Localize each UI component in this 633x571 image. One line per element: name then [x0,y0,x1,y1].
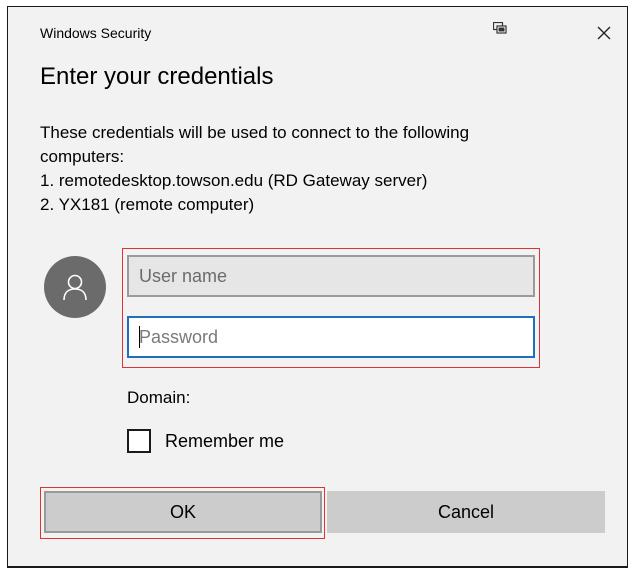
remember-me-checkbox[interactable] [127,429,151,453]
remember-me-label: Remember me [165,430,285,451]
description-line: These credentials will be used to connec… [40,123,470,142]
avatar [44,256,106,318]
user-icon [63,274,87,301]
dialog-description: These credentials will be used to connec… [40,121,600,217]
dialog-heading: Enter your credentials [40,63,274,90]
description-line: 1. remotedesktop.towson.edu (RD Gateway … [40,171,428,190]
cancel-button[interactable]: Cancel [327,491,605,533]
credentials-dialog: Windows Security Enter your credentials … [7,6,628,568]
username-input[interactable] [127,255,535,297]
window-title: Windows Security [40,25,152,41]
close-icon [597,26,611,40]
close-button[interactable] [590,19,618,47]
ok-button[interactable]: OK [44,491,322,533]
password-input[interactable] [127,316,535,358]
remember-me-option[interactable]: Remember me [127,429,284,453]
remote-desktop-icon [492,21,507,36]
description-line: computers: [40,147,125,166]
description-line: 2. YX181 (remote computer) [40,195,255,214]
text-caret [139,326,140,348]
domain-label: Domain: [127,388,191,407]
